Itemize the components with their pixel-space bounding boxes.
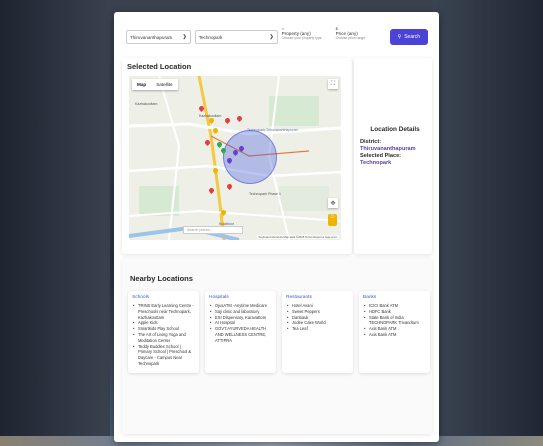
column-title: Restaurants — [286, 295, 312, 300]
nearby-column-schools: Schools TRINS Early Learning Centre - Pr… — [128, 291, 199, 373]
nearby-locations-title: Nearby Locations — [130, 274, 193, 283]
background-left — [0, 0, 110, 446]
map-search-input[interactable]: Search places... — [183, 226, 243, 234]
map-label: Kazhakoottam — [135, 102, 158, 106]
map-view[interactable]: Kazhakoottam Technopark Thiruvananthapur… — [129, 76, 341, 240]
search-button-label: Search — [404, 34, 421, 40]
list-item: Teddy Buddies School | Primary School | … — [132, 344, 195, 367]
district-select-value: Thiruvananthapuram — [130, 34, 173, 40]
place-select-value: Technopark — [198, 34, 223, 40]
property-filter[interactable]: ⌂ Property (any) Choose your property ty… — [282, 25, 332, 49]
column-title: Banks — [363, 295, 377, 300]
list-item: Tea Leaf — [286, 326, 349, 332]
search-icon: ⚲ — [397, 34, 402, 40]
district-label: District: — [360, 139, 382, 145]
nearby-locations-card: Nearby Locations Schools TRINS Early Lea… — [122, 258, 432, 434]
nearby-column-hospitals: Hospitals OjusATM -Anytime Medicare Saji… — [205, 291, 276, 373]
column-title: Hospitals — [209, 295, 229, 300]
chevron-down-icon: ❯ — [269, 34, 274, 40]
main-card: Thiruvananthapuram ❯ Technopark ❯ ⌂ Prop… — [114, 12, 439, 442]
tab-map[interactable]: Map — [132, 79, 151, 90]
fullscreen-icon[interactable]: ⛶ — [328, 79, 338, 89]
map-label: Technopark Phase 1 — [249, 192, 281, 196]
nearby-column-restaurants: Restaurants Hotel Avani Sweet Peppers Da… — [282, 291, 353, 373]
district-value: Thiruvananthapuram — [360, 146, 416, 152]
selected-place-label: Selected Place: — [360, 153, 402, 159]
search-radius-circle — [223, 130, 277, 184]
location-details: Location Details District: Thiruvanantha… — [360, 126, 430, 167]
location-details-title: Location Details — [370, 126, 420, 133]
place-select[interactable]: Technopark ❯ — [194, 30, 278, 44]
list-item: TRINS Early Learning Centre - Preschools… — [132, 303, 195, 320]
search-bar: Thiruvananthapuram ❯ Technopark ❯ ⌂ Prop… — [126, 22, 429, 52]
nearby-columns: Schools TRINS Early Learning Centre - Pr… — [128, 291, 432, 373]
selected-location-card: Selected Location Kazhakoottam Technopar… — [122, 58, 352, 254]
background-right — [433, 0, 543, 446]
compass-icon[interactable]: ✥ — [328, 198, 338, 208]
list-item: State Bank of India TECHNOPARK Trivandru… — [363, 315, 426, 327]
column-title: Schools — [132, 295, 150, 300]
district-select[interactable]: Thiruvananthapuram ❯ — [126, 30, 191, 44]
tab-satellite[interactable]: Satellite — [151, 79, 177, 90]
chevron-down-icon: ❯ — [182, 34, 187, 40]
search-button[interactable]: ⚲ Search — [389, 29, 429, 45]
selected-place-value: Technopark — [360, 160, 392, 166]
list-item: The Art of Living Yoga and Meditation Ce… — [132, 332, 195, 344]
pegman-icon[interactable]: ☺ — [328, 214, 337, 226]
list-item: Axis Bank ATM — [363, 332, 426, 338]
list-item: GOVT.AYURVEDA HEALTH AND WELLNESS CENTRE… — [209, 326, 272, 343]
selected-location-title: Selected Location — [127, 62, 192, 71]
price-filter-hint: Choose price range — [335, 36, 366, 40]
location-details-card: Location Details District: Thiruvanantha… — [354, 58, 432, 254]
property-filter-hint: Choose your property type — [281, 36, 322, 40]
nearby-column-banks: Banks ICICI Bank ATM HDFC Bank State Ban… — [359, 291, 430, 373]
price-filter[interactable]: $ Price (any) Choose price range — [336, 25, 386, 49]
map-attribution: Keyboard shortcuts Map data ©2025 Terms … — [256, 235, 339, 239]
map-type-toggle: Map Satellite — [132, 79, 178, 90]
